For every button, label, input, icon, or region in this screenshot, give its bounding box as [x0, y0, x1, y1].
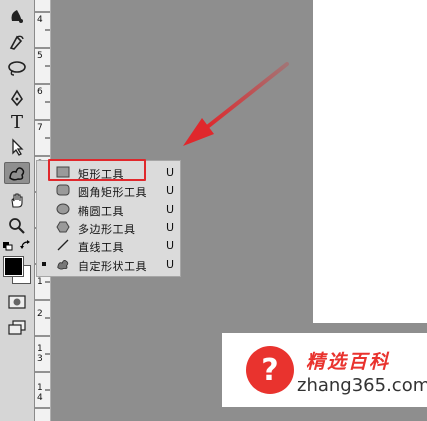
- pen-tool-icon[interactable]: [4, 88, 30, 108]
- ruler-label: 4: [37, 15, 43, 25]
- hand-tool-icon[interactable]: [4, 190, 30, 210]
- ruler-label: 3: [37, 354, 43, 364]
- type-tool-icon[interactable]: T: [4, 111, 30, 133]
- type-tool-glyph: T: [10, 111, 23, 133]
- watermark-title: 精选百科: [306, 351, 391, 373]
- ruler-label: 5: [37, 51, 43, 61]
- menu-item-line-tool[interactable]: 直线工具 U: [37, 236, 182, 254]
- screen-mode-icon[interactable]: [4, 318, 30, 338]
- highlight-box: [48, 159, 146, 181]
- ruler-label: 1: [37, 277, 43, 287]
- menu-item-shortcut: U: [166, 221, 175, 234]
- menu-item-shortcut: U: [166, 258, 175, 271]
- question-mark-icon: ?: [246, 346, 294, 394]
- tools-panel: T: [0, 0, 35, 421]
- menu-item-shortcut: U: [166, 239, 175, 252]
- watermark-logo: ? 精选百科 zhang365.com: [222, 333, 427, 407]
- polygon-icon: [56, 220, 70, 234]
- burn-tool-icon[interactable]: [4, 6, 30, 26]
- menu-item-label: 直线工具: [78, 241, 124, 254]
- quick-mask-icon[interactable]: [4, 292, 30, 312]
- path-selection-icon[interactable]: [4, 137, 30, 157]
- custom-shape-icon: [56, 257, 70, 271]
- zoom-tool-icon[interactable]: [4, 216, 30, 236]
- ruler-label: 6: [37, 87, 43, 97]
- ruler-label: 1: [37, 383, 43, 393]
- photoshop-window: T 4 5 6 7 1 2 1 3 1 4 矩形工具 U 圆角矩形工具 U 椭圆…: [0, 0, 427, 421]
- foreground-color-swatch[interactable]: [3, 256, 24, 277]
- menu-item-custom-shape-tool[interactable]: 自定形状工具 U: [37, 255, 182, 273]
- ruler-label: 7: [37, 123, 43, 133]
- rounded-rectangle-icon: [56, 183, 70, 197]
- lasso-icon[interactable]: [4, 58, 30, 78]
- menu-item-shortcut: U: [166, 203, 175, 216]
- default-colors-icon[interactable]: [2, 241, 14, 251]
- custom-shape-tool-icon[interactable]: [4, 162, 30, 184]
- current-tool-bullet-icon: [42, 262, 46, 266]
- menu-item-label: 多边形工具: [78, 223, 136, 236]
- swap-colors-icon[interactable]: [20, 240, 32, 250]
- menu-item-label: 椭圆工具: [78, 205, 124, 218]
- menu-item-shortcut: U: [166, 184, 175, 197]
- menu-item-label: 圆角矩形工具: [78, 186, 147, 199]
- menu-item-rounded-rectangle-tool[interactable]: 圆角矩形工具 U: [37, 181, 182, 199]
- ellipse-icon: [56, 202, 70, 216]
- menu-item-shortcut: U: [166, 166, 175, 179]
- menu-item-polygon-tool[interactable]: 多边形工具 U: [37, 218, 182, 236]
- ruler-label: 4: [37, 393, 43, 403]
- line-icon: [56, 238, 70, 252]
- pen-freeform-icon[interactable]: [4, 32, 30, 52]
- ruler-label: 2: [37, 309, 43, 319]
- watermark-domain: zhang365.com: [297, 375, 427, 396]
- menu-item-ellipse-tool[interactable]: 椭圆工具 U: [37, 200, 182, 218]
- ruler-label: 1: [37, 344, 43, 354]
- document-canvas[interactable]: [313, 0, 427, 323]
- menu-item-label: 自定形状工具: [78, 260, 147, 273]
